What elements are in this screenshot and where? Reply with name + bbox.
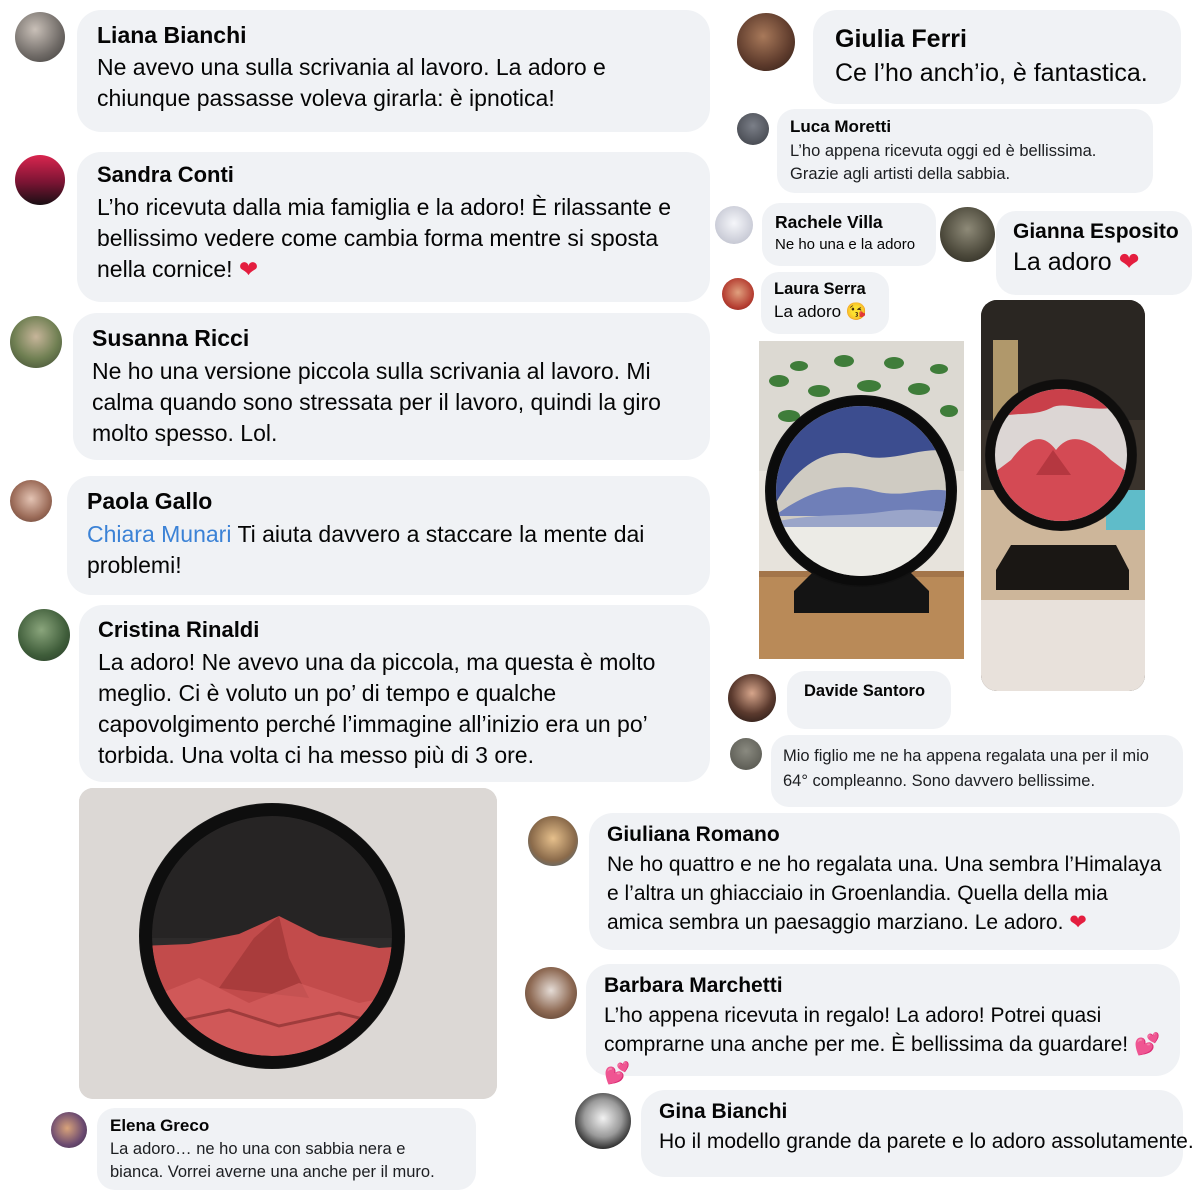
avatar[interactable]	[737, 13, 795, 71]
author-name[interactable]: Davide Santoro	[804, 682, 934, 701]
author-name[interactable]: Gianna Esposito	[1013, 220, 1179, 244]
comment-text: La adoro… ne ho una con sabbia nera e bi…	[110, 1140, 435, 1181]
comment-text-body: L’ho appena ricevuta in regalo! La adoro…	[604, 1004, 1129, 1056]
author-name[interactable]: Giulia Ferri	[835, 25, 1159, 54]
comment-bubble: Giulia Ferri Ce l’ho anch’io, è fantasti…	[813, 10, 1181, 104]
comment-text-body: La adoro	[1013, 248, 1112, 276]
comment-text: Ne ho quattro e ne ho regalata una. Una …	[607, 850, 1162, 937]
comment-text: La adoro! Ne avevo una da piccola, ma qu…	[98, 649, 656, 768]
comment-text: Mio figlio me ne ha appena regalata una …	[783, 747, 1149, 790]
comment-text: Ho il modello grande da parete e lo ador…	[659, 1130, 1194, 1153]
comment-bubble: Paola Gallo Chiara Munari Ti aiuta davve…	[67, 476, 710, 595]
avatar[interactable]	[528, 816, 578, 866]
heart-emoji-icon: ❤	[238, 256, 259, 282]
avatar[interactable]	[737, 113, 769, 145]
comment-text: L’ho ricevuta dalla mia famiglia e la ad…	[97, 192, 690, 285]
avatar[interactable]	[15, 12, 65, 62]
photo-red-sand-art-desk[interactable]	[981, 300, 1145, 691]
comment-bubble: Cristina Rinaldi La adoro! Ne avevo una …	[79, 605, 710, 782]
comment-bubble: Luca Moretti L’ho appena ricevuta oggi e…	[777, 109, 1153, 193]
comment-text: Chiara Munari Ti aiuta davvero a staccar…	[87, 519, 690, 581]
photo-red-sand-art-wall[interactable]	[79, 788, 497, 1099]
comment-text: Ce l’ho anch’io, è fantastica.	[835, 59, 1148, 87]
comment-bubble: Mio figlio me ne ha appena regalata una …	[771, 735, 1183, 807]
avatar[interactable]	[51, 1112, 87, 1148]
photo-blue-sand-art[interactable]	[759, 341, 964, 659]
comment-text: Ne avevo una sulla scrivania al lavoro. …	[97, 54, 606, 111]
avatar[interactable]	[575, 1093, 631, 1149]
comment-bubble: Davide Santoro	[787, 671, 951, 729]
comment-text: La adoro 😘	[774, 300, 876, 324]
comment-bubble: Gianna Esposito La adoro ❤	[996, 211, 1192, 295]
kiss-emoji-icon: 😘	[845, 302, 868, 321]
avatar[interactable]	[18, 609, 70, 661]
comment-bubble: Sandra Conti L’ho ricevuta dalla mia fam…	[77, 152, 710, 302]
comment-bubble: Susanna Ricci Ne ho una versione piccola…	[73, 313, 710, 460]
author-name[interactable]: Luca Moretti	[790, 117, 1140, 137]
author-name[interactable]: Liana Bianchi	[97, 22, 690, 49]
avatar[interactable]	[525, 967, 577, 1019]
author-name[interactable]: Susanna Ricci	[92, 325, 691, 352]
heart-emoji-icon: ❤	[1118, 248, 1140, 276]
avatar[interactable]	[715, 206, 753, 244]
mention-link[interactable]: Chiara Munari	[87, 521, 231, 547]
comment-bubble: Laura Serra La adoro 😘	[761, 272, 889, 334]
comment-text-body: L’ho ricevuta dalla mia famiglia e la ad…	[97, 194, 672, 282]
comment-bubble: Elena Greco La adoro… ne ho una con sabb…	[97, 1108, 476, 1190]
comment-bubble: Barbara Marchetti L’ho appena ricevuta i…	[586, 964, 1180, 1085]
avatar[interactable]	[722, 278, 754, 310]
author-name[interactable]: Barbara Marchetti	[604, 974, 1162, 998]
author-name[interactable]: Elena Greco	[110, 1116, 463, 1136]
author-name[interactable]: Sandra Conti	[97, 162, 690, 188]
comment-bubble: Liana Bianchi Ne avevo una sulla scrivan…	[77, 10, 710, 132]
author-name[interactable]: Cristina Rinaldi	[98, 617, 691, 643]
avatar[interactable]	[728, 674, 776, 722]
comment-text: Ne ho una versione piccola sulla scrivan…	[92, 358, 661, 446]
author-name[interactable]: Laura Serra	[774, 280, 876, 299]
author-name[interactable]: Paola Gallo	[87, 488, 690, 515]
author-name[interactable]: Gina Bianchi	[659, 1100, 1165, 1124]
comment-bubble: Giuliana Romano Ne ho quattro e ne ho re…	[589, 813, 1180, 950]
author-name[interactable]: Giuliana Romano	[607, 823, 1162, 847]
heart-emoji-icon: ❤	[1069, 911, 1087, 934]
comment-text-body: La adoro	[774, 302, 842, 321]
comment-bubble: Gina Bianchi Ho il modello grande da par…	[641, 1090, 1194, 1177]
avatar[interactable]	[730, 738, 762, 770]
avatar[interactable]	[10, 316, 62, 368]
comment-text: L’ho appena ricevuta oggi ed è bellissim…	[790, 142, 1097, 183]
avatar[interactable]	[15, 155, 65, 205]
author-name[interactable]: Rachele Villa	[775, 212, 923, 233]
comment-text: L’ho appena ricevuta in regalo! La adoro…	[604, 1001, 1162, 1088]
comment-text: Ne ho una e la adoro	[775, 236, 916, 253]
avatar[interactable]	[10, 480, 52, 522]
avatar[interactable]	[940, 207, 995, 262]
comment-bubble: Rachele Villa Ne ho una e la adoro	[762, 203, 936, 266]
comment-text: La adoro ❤	[1013, 245, 1175, 279]
